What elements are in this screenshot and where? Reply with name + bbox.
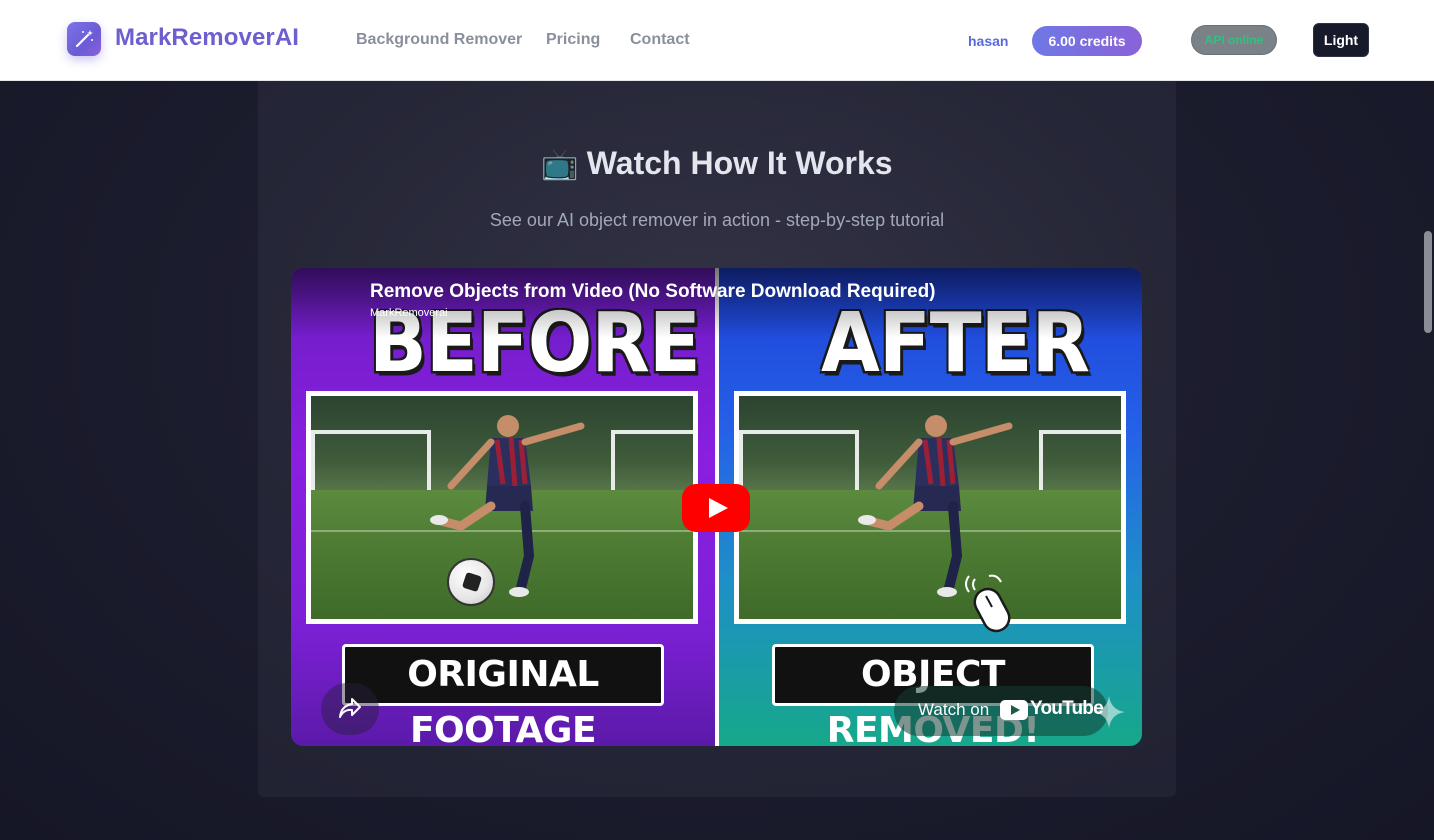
- youtube-play-icon[interactable]: [682, 484, 750, 532]
- video-title-overlay: [291, 268, 1142, 338]
- api-status-badge: API online: [1191, 25, 1277, 55]
- nav-pricing[interactable]: Pricing: [546, 31, 600, 49]
- section-subtitle: See our AI object remover in action - st…: [489, 210, 945, 230]
- nav-contact[interactable]: Contact: [630, 31, 690, 49]
- theme-toggle-button[interactable]: Light: [1313, 23, 1369, 57]
- scrollbar-thumb[interactable]: [1424, 231, 1432, 333]
- video-title[interactable]: Remove Objects from Video (No Software D…: [370, 281, 936, 303]
- sparkle-icon: [1093, 696, 1125, 728]
- thumbnail-before-caption: ORIGINAL FOOTAGE: [342, 644, 664, 746]
- video-channel-name[interactable]: MarkRemoverai: [370, 307, 448, 319]
- magic-wand-icon[interactable]: [67, 22, 101, 56]
- brand-name[interactable]: MarkRemoverAI: [115, 24, 299, 52]
- section-title-text: Watch How It Works: [586, 145, 893, 181]
- section-title: 📺 Watch How It Works: [0, 145, 1434, 182]
- before-photo: [306, 391, 698, 624]
- scrollbar-track[interactable]: [1422, 81, 1434, 840]
- after-photo: [734, 391, 1126, 624]
- user-profile-link[interactable]: hasan: [968, 33, 1008, 49]
- top-navbar: MarkRemoverAI Background Remover Pricing…: [0, 0, 1434, 81]
- nav-background-remover[interactable]: Background Remover: [356, 31, 522, 49]
- youtube-logo-icon: [1000, 700, 1028, 720]
- share-arrow-icon: [339, 698, 361, 718]
- mouse-click-icon: [965, 574, 1011, 633]
- credits-badge[interactable]: 6.00 credits: [1032, 26, 1142, 56]
- youtube-video-embed[interactable]: BEFORE AFTER ORIGINAL FOOTAGE OBJECT Rem…: [291, 268, 1142, 746]
- watch-on-label: Watch on: [918, 700, 990, 719]
- watch-on-youtube-button[interactable]: Watch on YouTube: [894, 686, 1108, 736]
- share-button[interactable]: [321, 683, 379, 735]
- soccer-ball-image: [447, 558, 495, 606]
- television-icon: 📺: [541, 147, 579, 182]
